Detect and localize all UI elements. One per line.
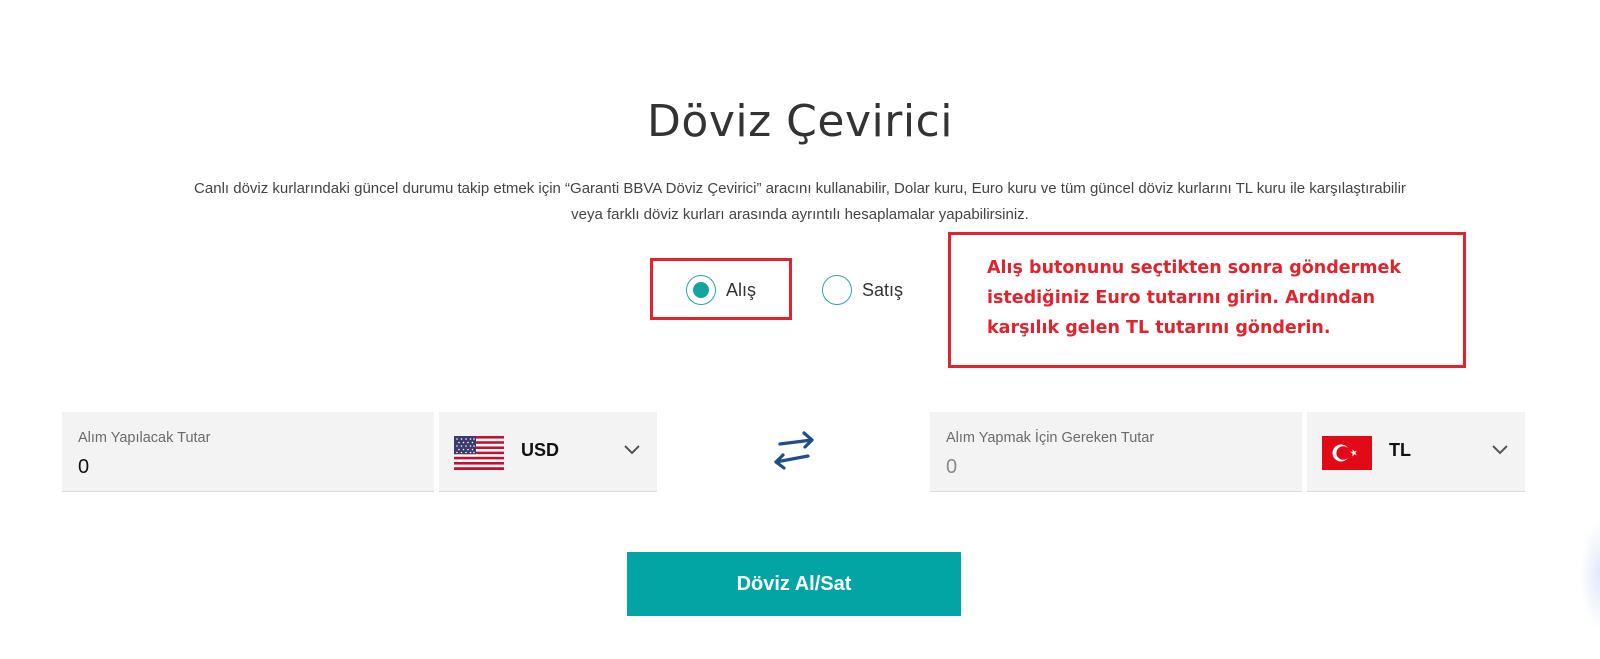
radio-sell-label[interactable]: Satış bbox=[862, 280, 903, 301]
edge-decoration bbox=[1580, 520, 1600, 630]
tr-flag-icon bbox=[1322, 436, 1372, 470]
page-title: Döviz Çevirici bbox=[647, 96, 953, 147]
from-amount-field[interactable]: Alım Yapılacak Tutar 0 bbox=[62, 412, 434, 492]
exchange-submit-button[interactable]: Döviz Al/Sat bbox=[627, 552, 961, 616]
to-amount-label: Alım Yapmak İçin Gereken Tutar bbox=[946, 430, 1155, 446]
from-amount-label: Alım Yapılacak Tutar bbox=[78, 430, 211, 446]
radio-buy-circle[interactable] bbox=[686, 275, 716, 305]
description-line-1: Canlı döviz kurlarındaki güncel durumu t… bbox=[194, 180, 1406, 197]
from-amount-input[interactable]: 0 bbox=[78, 456, 89, 479]
chevron-down-icon[interactable] bbox=[623, 444, 641, 456]
instruction-note-text: Alış butonunu seçtikten sonra göndermek … bbox=[987, 258, 1402, 338]
to-amount-field[interactable]: Alım Yapmak İçin Gereken Tutar 0 bbox=[930, 412, 1302, 492]
radio-buy[interactable]: Alış bbox=[686, 268, 756, 312]
instruction-note-box: Alış butonunu seçtikten sonra göndermek … bbox=[948, 232, 1466, 368]
swap-arrows-icon[interactable] bbox=[768, 430, 820, 474]
from-currency-code: USD bbox=[521, 440, 560, 460]
to-currency-code: TL bbox=[1389, 440, 1411, 460]
us-flag-icon bbox=[454, 436, 504, 470]
to-amount-input[interactable]: 0 bbox=[946, 456, 957, 479]
radio-selected-dot bbox=[693, 282, 709, 298]
radio-sell-circle[interactable] bbox=[822, 275, 852, 305]
radio-sell[interactable]: Satış bbox=[822, 268, 903, 312]
chevron-down-icon[interactable] bbox=[1491, 444, 1509, 456]
to-currency-select[interactable]: TL bbox=[1307, 412, 1525, 492]
description-line-2: veya farklı döviz kurları arasında ayrın… bbox=[571, 206, 1029, 223]
radio-buy-label[interactable]: Alış bbox=[726, 280, 756, 301]
from-currency-select[interactable]: USD bbox=[439, 412, 657, 492]
page-description: Canlı döviz kurlarındaki güncel durumu t… bbox=[60, 176, 1540, 228]
